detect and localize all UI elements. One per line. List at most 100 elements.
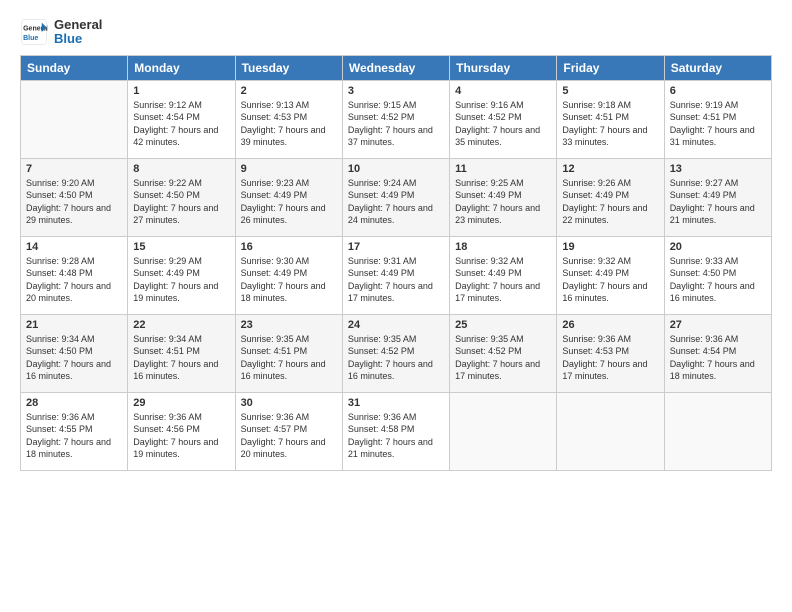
cell-info: Sunrise: 9:28 AMSunset: 4:48 PMDaylight:…: [26, 255, 122, 305]
calendar-cell: 12 Sunrise: 9:26 AMSunset: 4:49 PMDaylig…: [557, 158, 664, 236]
cell-day-number: 23: [241, 319, 337, 331]
cell-day-number: 2: [241, 85, 337, 97]
cell-info: Sunrise: 9:19 AMSunset: 4:51 PMDaylight:…: [670, 99, 766, 149]
calendar-cell: 17 Sunrise: 9:31 AMSunset: 4:49 PMDaylig…: [342, 236, 449, 314]
weekday-header-friday: Friday: [557, 55, 664, 80]
calendar-cell: 23 Sunrise: 9:35 AMSunset: 4:51 PMDaylig…: [235, 314, 342, 392]
calendar-week-row: 21 Sunrise: 9:34 AMSunset: 4:50 PMDaylig…: [21, 314, 772, 392]
calendar-week-row: 1 Sunrise: 9:12 AMSunset: 4:54 PMDayligh…: [21, 80, 772, 158]
cell-info: Sunrise: 9:34 AMSunset: 4:51 PMDaylight:…: [133, 333, 229, 383]
cell-day-number: 1: [133, 85, 229, 97]
calendar-cell: 2 Sunrise: 9:13 AMSunset: 4:53 PMDayligh…: [235, 80, 342, 158]
cell-info: Sunrise: 9:27 AMSunset: 4:49 PMDaylight:…: [670, 177, 766, 227]
cell-info: Sunrise: 9:22 AMSunset: 4:50 PMDaylight:…: [133, 177, 229, 227]
cell-day-number: 9: [241, 163, 337, 175]
calendar-cell: 4 Sunrise: 9:16 AMSunset: 4:52 PMDayligh…: [450, 80, 557, 158]
cell-info: Sunrise: 9:13 AMSunset: 4:53 PMDaylight:…: [241, 99, 337, 149]
cell-info: Sunrise: 9:36 AMSunset: 4:54 PMDaylight:…: [670, 333, 766, 383]
cell-info: Sunrise: 9:33 AMSunset: 4:50 PMDaylight:…: [670, 255, 766, 305]
cell-day-number: 22: [133, 319, 229, 331]
logo-text: General Blue: [54, 18, 102, 47]
calendar-cell: 10 Sunrise: 9:24 AMSunset: 4:49 PMDaylig…: [342, 158, 449, 236]
cell-day-number: 11: [455, 163, 551, 175]
header: General Blue General Blue: [20, 18, 772, 47]
calendar-cell: 5 Sunrise: 9:18 AMSunset: 4:51 PMDayligh…: [557, 80, 664, 158]
page: General Blue General Blue SundayMondayTu…: [0, 0, 792, 612]
weekday-header-saturday: Saturday: [664, 55, 771, 80]
cell-day-number: 30: [241, 397, 337, 409]
calendar-cell: [557, 392, 664, 470]
cell-info: Sunrise: 9:16 AMSunset: 4:52 PMDaylight:…: [455, 99, 551, 149]
cell-info: Sunrise: 9:34 AMSunset: 4:50 PMDaylight:…: [26, 333, 122, 383]
calendar-header-row: SundayMondayTuesdayWednesdayThursdayFrid…: [21, 55, 772, 80]
calendar-cell: 29 Sunrise: 9:36 AMSunset: 4:56 PMDaylig…: [128, 392, 235, 470]
cell-day-number: 7: [26, 163, 122, 175]
cell-day-number: 29: [133, 397, 229, 409]
cell-day-number: 28: [26, 397, 122, 409]
cell-day-number: 5: [562, 85, 658, 97]
cell-info: Sunrise: 9:26 AMSunset: 4:49 PMDaylight:…: [562, 177, 658, 227]
cell-info: Sunrise: 9:12 AMSunset: 4:54 PMDaylight:…: [133, 99, 229, 149]
cell-info: Sunrise: 9:30 AMSunset: 4:49 PMDaylight:…: [241, 255, 337, 305]
weekday-header-thursday: Thursday: [450, 55, 557, 80]
cell-info: Sunrise: 9:23 AMSunset: 4:49 PMDaylight:…: [241, 177, 337, 227]
calendar-cell: 1 Sunrise: 9:12 AMSunset: 4:54 PMDayligh…: [128, 80, 235, 158]
calendar-cell: 25 Sunrise: 9:35 AMSunset: 4:52 PMDaylig…: [450, 314, 557, 392]
calendar-cell: 27 Sunrise: 9:36 AMSunset: 4:54 PMDaylig…: [664, 314, 771, 392]
cell-info: Sunrise: 9:35 AMSunset: 4:52 PMDaylight:…: [455, 333, 551, 383]
cell-day-number: 16: [241, 241, 337, 253]
calendar-cell: 6 Sunrise: 9:19 AMSunset: 4:51 PMDayligh…: [664, 80, 771, 158]
calendar-cell: 9 Sunrise: 9:23 AMSunset: 4:49 PMDayligh…: [235, 158, 342, 236]
calendar-cell: [450, 392, 557, 470]
cell-day-number: 31: [348, 397, 444, 409]
calendar-cell: 19 Sunrise: 9:32 AMSunset: 4:49 PMDaylig…: [557, 236, 664, 314]
cell-day-number: 21: [26, 319, 122, 331]
cell-info: Sunrise: 9:15 AMSunset: 4:52 PMDaylight:…: [348, 99, 444, 149]
cell-day-number: 20: [670, 241, 766, 253]
calendar-cell: 31 Sunrise: 9:36 AMSunset: 4:58 PMDaylig…: [342, 392, 449, 470]
weekday-header-wednesday: Wednesday: [342, 55, 449, 80]
weekday-header-sunday: Sunday: [21, 55, 128, 80]
calendar-cell: [664, 392, 771, 470]
cell-info: Sunrise: 9:36 AMSunset: 4:53 PMDaylight:…: [562, 333, 658, 383]
calendar-week-row: 28 Sunrise: 9:36 AMSunset: 4:55 PMDaylig…: [21, 392, 772, 470]
svg-text:Blue: Blue: [23, 35, 38, 42]
cell-info: Sunrise: 9:18 AMSunset: 4:51 PMDaylight:…: [562, 99, 658, 149]
calendar-cell: 21 Sunrise: 9:34 AMSunset: 4:50 PMDaylig…: [21, 314, 128, 392]
calendar-cell: 3 Sunrise: 9:15 AMSunset: 4:52 PMDayligh…: [342, 80, 449, 158]
cell-info: Sunrise: 9:36 AMSunset: 4:58 PMDaylight:…: [348, 411, 444, 461]
calendar-cell: 16 Sunrise: 9:30 AMSunset: 4:49 PMDaylig…: [235, 236, 342, 314]
cell-day-number: 18: [455, 241, 551, 253]
cell-day-number: 17: [348, 241, 444, 253]
cell-info: Sunrise: 9:20 AMSunset: 4:50 PMDaylight:…: [26, 177, 122, 227]
cell-info: Sunrise: 9:32 AMSunset: 4:49 PMDaylight:…: [455, 255, 551, 305]
calendar-cell: 7 Sunrise: 9:20 AMSunset: 4:50 PMDayligh…: [21, 158, 128, 236]
cell-day-number: 25: [455, 319, 551, 331]
cell-info: Sunrise: 9:29 AMSunset: 4:49 PMDaylight:…: [133, 255, 229, 305]
cell-info: Sunrise: 9:36 AMSunset: 4:57 PMDaylight:…: [241, 411, 337, 461]
calendar-week-row: 7 Sunrise: 9:20 AMSunset: 4:50 PMDayligh…: [21, 158, 772, 236]
cell-info: Sunrise: 9:25 AMSunset: 4:49 PMDaylight:…: [455, 177, 551, 227]
cell-info: Sunrise: 9:35 AMSunset: 4:52 PMDaylight:…: [348, 333, 444, 383]
calendar-cell: 24 Sunrise: 9:35 AMSunset: 4:52 PMDaylig…: [342, 314, 449, 392]
calendar-cell: 13 Sunrise: 9:27 AMSunset: 4:49 PMDaylig…: [664, 158, 771, 236]
calendar-cell: 26 Sunrise: 9:36 AMSunset: 4:53 PMDaylig…: [557, 314, 664, 392]
calendar-cell: 14 Sunrise: 9:28 AMSunset: 4:48 PMDaylig…: [21, 236, 128, 314]
logo: General Blue General Blue: [20, 18, 102, 47]
weekday-header-tuesday: Tuesday: [235, 55, 342, 80]
cell-day-number: 4: [455, 85, 551, 97]
calendar-cell: 22 Sunrise: 9:34 AMSunset: 4:51 PMDaylig…: [128, 314, 235, 392]
cell-day-number: 6: [670, 85, 766, 97]
cell-day-number: 19: [562, 241, 658, 253]
cell-day-number: 26: [562, 319, 658, 331]
cell-info: Sunrise: 9:31 AMSunset: 4:49 PMDaylight:…: [348, 255, 444, 305]
cell-day-number: 3: [348, 85, 444, 97]
cell-info: Sunrise: 9:35 AMSunset: 4:51 PMDaylight:…: [241, 333, 337, 383]
calendar-cell: [21, 80, 128, 158]
calendar-cell: 18 Sunrise: 9:32 AMSunset: 4:49 PMDaylig…: [450, 236, 557, 314]
cell-day-number: 15: [133, 241, 229, 253]
calendar-cell: 8 Sunrise: 9:22 AMSunset: 4:50 PMDayligh…: [128, 158, 235, 236]
calendar-cell: 30 Sunrise: 9:36 AMSunset: 4:57 PMDaylig…: [235, 392, 342, 470]
weekday-header-monday: Monday: [128, 55, 235, 80]
cell-day-number: 14: [26, 241, 122, 253]
